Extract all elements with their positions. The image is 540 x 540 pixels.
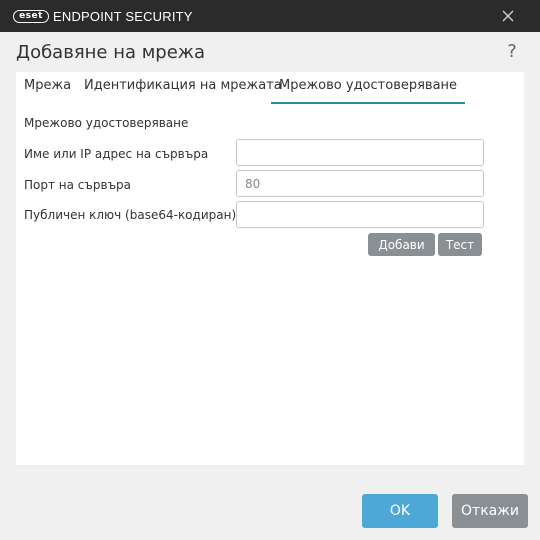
- public-key-label: Публичен ключ (base64-кодиран): [24, 208, 237, 222]
- add-button[interactable]: Добави: [368, 233, 435, 256]
- cancel-button[interactable]: Откажи: [452, 494, 528, 528]
- server-label: Име или IP адрес на сървъра: [24, 147, 209, 161]
- product-name: ENDPOINT SECURITY: [53, 9, 193, 24]
- content-panel: Мрежа Идентификация на мрежата Мрежово у…: [16, 72, 524, 465]
- dialog-title: Добавяне на мрежа: [16, 42, 206, 63]
- server-port-input[interactable]: [236, 170, 484, 197]
- title-bar: eset ENDPOINT SECURITY: [0, 0, 540, 32]
- section-title: Мрежово удостоверяване: [24, 116, 189, 130]
- help-icon[interactable]: ?: [504, 41, 520, 63]
- tab-network[interactable]: Мрежа: [24, 78, 71, 100]
- close-button[interactable]: [496, 6, 520, 26]
- server-address-input[interactable]: [236, 139, 484, 166]
- public-key-input[interactable]: [236, 201, 484, 228]
- eset-logo: eset: [13, 9, 49, 23]
- tab-network-identification[interactable]: Идентификация на мрежата: [84, 78, 282, 100]
- close-icon: [502, 10, 514, 22]
- eset-logo-mark: eset: [13, 9, 49, 23]
- tab-network-authentication[interactable]: Мрежово удостоверяване: [271, 78, 466, 104]
- test-button[interactable]: Тест: [438, 233, 482, 256]
- ok-button[interactable]: OK: [362, 494, 438, 528]
- port-label: Порт на сървъра: [24, 178, 132, 192]
